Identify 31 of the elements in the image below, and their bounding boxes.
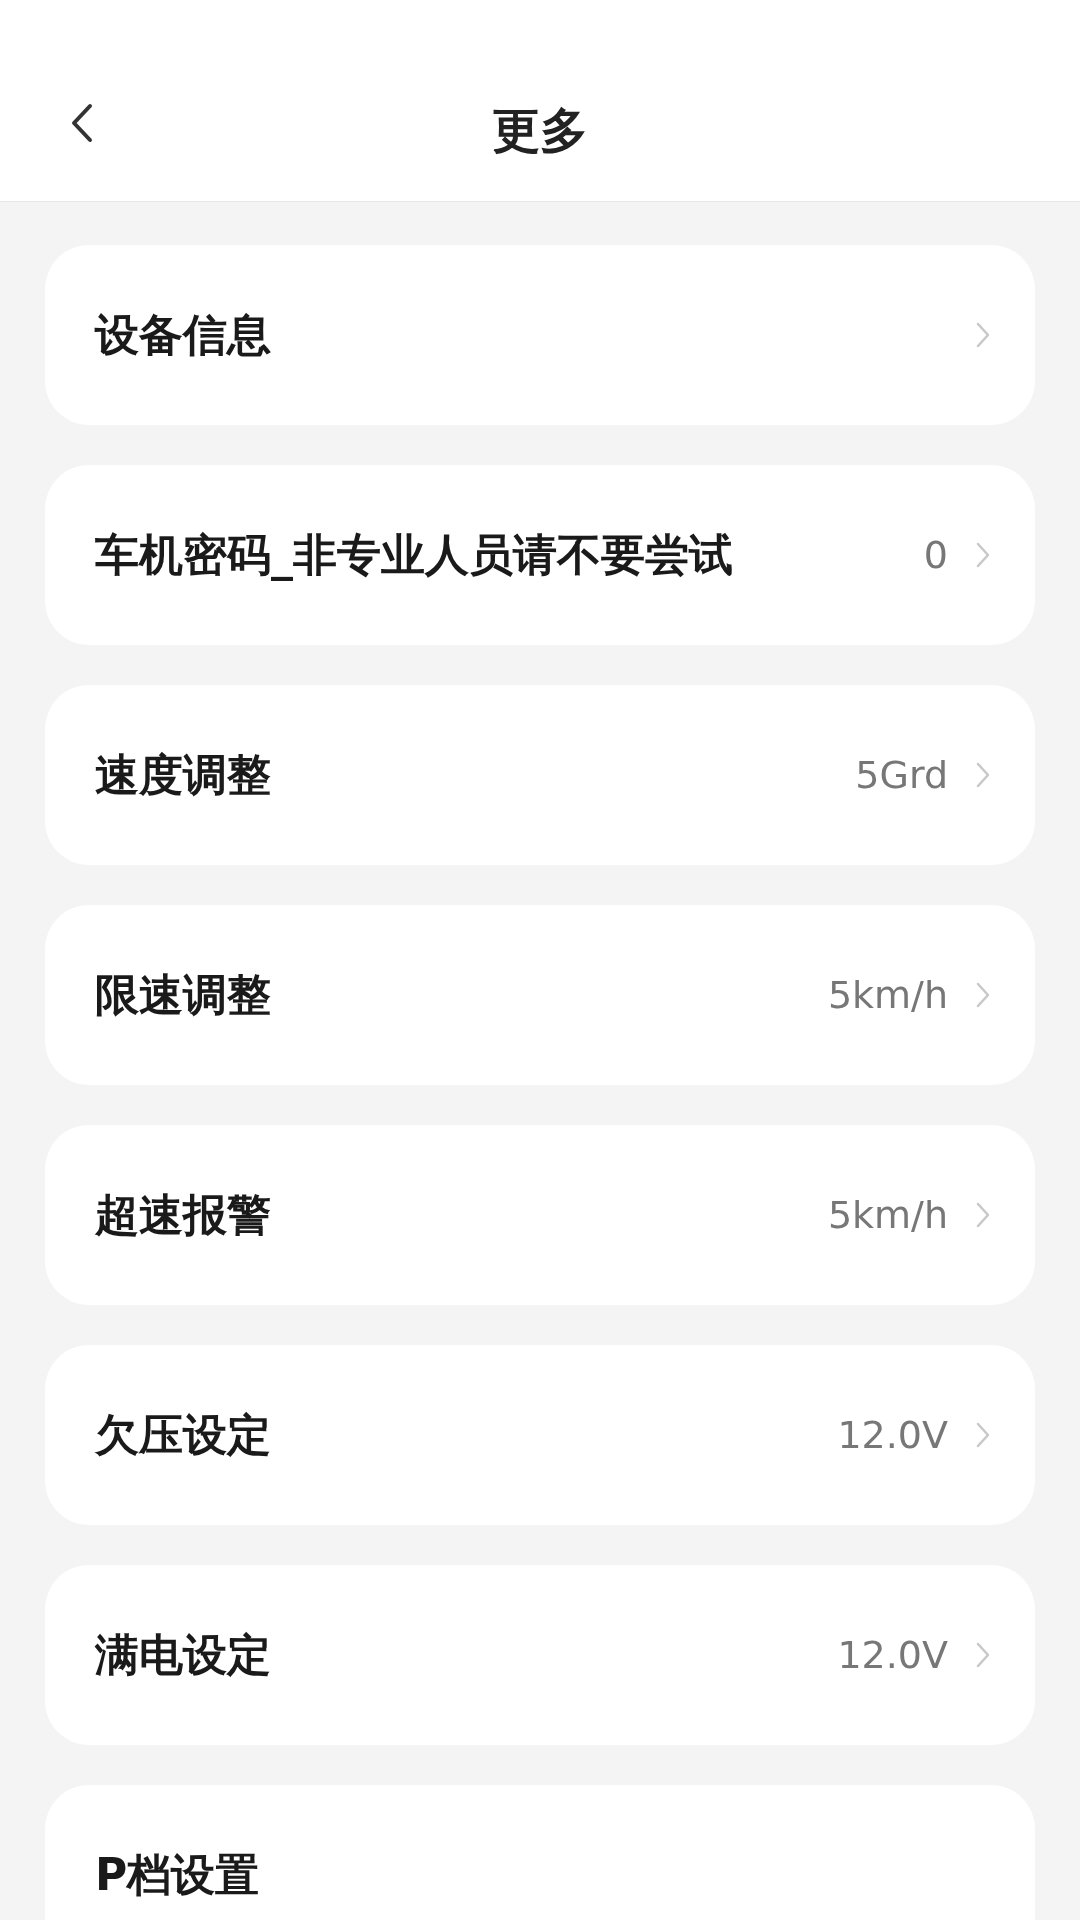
- row-value: 5km/h: [827, 973, 948, 1017]
- row-value: 0: [923, 533, 948, 577]
- row-value: 12.0V: [837, 1413, 948, 1457]
- chevron-icon: [976, 1422, 990, 1448]
- settings-row[interactable]: 车机密码_非专业人员请不要尝试 0: [45, 465, 1035, 645]
- settings-row[interactable]: 限速调整 5km/h: [45, 905, 1035, 1085]
- chevron-icon: [976, 1202, 990, 1228]
- row-value: 5Grd: [855, 753, 948, 797]
- chevron-icon: [976, 762, 990, 788]
- row-label: 速度调整: [95, 747, 272, 802]
- row-label: 超速报警: [95, 1187, 272, 1242]
- settings-row[interactable]: 设备信息: [45, 245, 1035, 425]
- chevron-icon: [976, 982, 990, 1008]
- row-label: 限速调整: [95, 967, 272, 1022]
- settings-row[interactable]: 欠压设定 12.0V: [45, 1345, 1035, 1525]
- row-value: 5km/h: [827, 1193, 948, 1237]
- back-icon[interactable]: [70, 103, 94, 143]
- chevron-icon: [976, 1642, 990, 1668]
- page-title: 更多: [492, 101, 588, 160]
- row-label: 车机密码_非专业人员请不要尝试: [95, 527, 734, 583]
- row-label: 设备信息: [95, 307, 272, 362]
- row-value: 12.0V: [837, 1633, 948, 1677]
- chevron-icon: [976, 322, 990, 348]
- settings-row[interactable]: 超速报警 5km/h: [45, 1125, 1035, 1305]
- row-label: 欠压设定: [95, 1407, 272, 1462]
- settings-row[interactable]: 速度调整 5Grd: [45, 685, 1035, 865]
- row-label: 满电设定: [95, 1627, 272, 1682]
- chevron-icon: [976, 542, 990, 568]
- settings-row[interactable]: 满电设定 12.0V: [45, 1565, 1035, 1745]
- settings-row[interactable]: P档设置: [45, 1785, 1035, 1920]
- row-label: P档设置: [95, 1847, 261, 1902]
